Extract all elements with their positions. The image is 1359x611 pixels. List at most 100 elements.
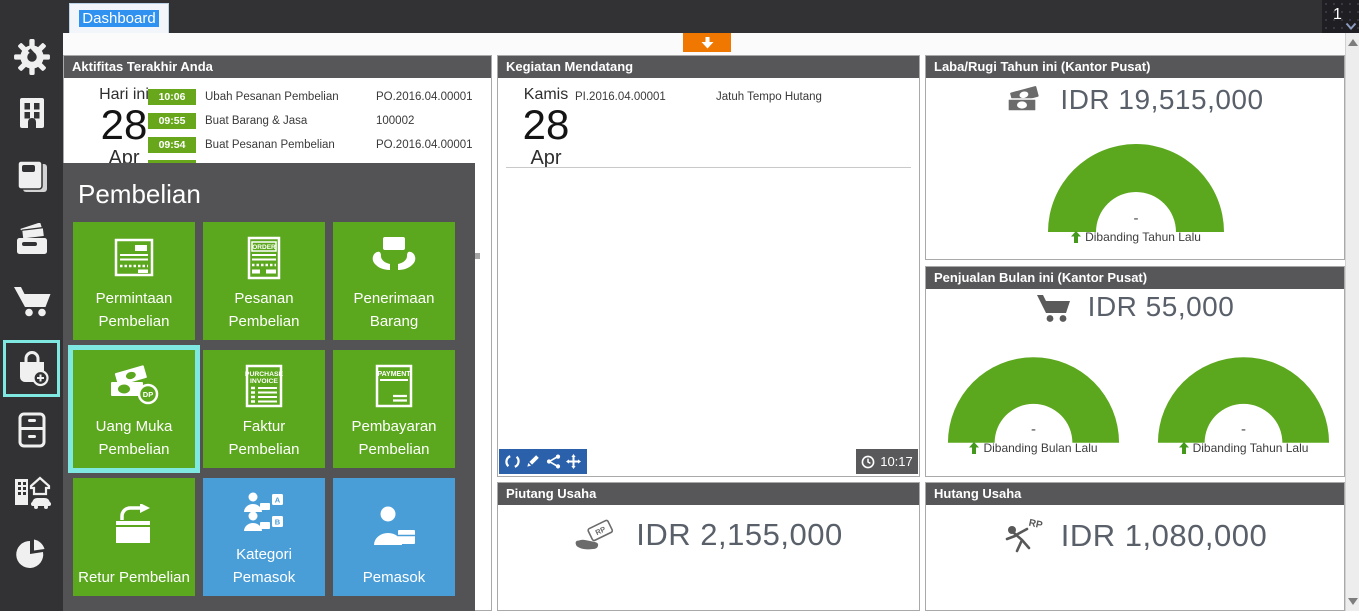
svg-text:PURCHASE: PURCHASE (245, 371, 284, 378)
tile-label: Pesanan Pembelian (228, 289, 300, 330)
tile-supplier-category[interactable]: A B Kategori Pemasok (203, 478, 325, 596)
down-payment-money-icon: DP (73, 350, 195, 415)
receive-goods-icon (333, 222, 455, 287)
tile-label: Faktur Pembelian (228, 417, 300, 458)
tab-dashboard[interactable]: Dashboard (69, 3, 169, 33)
collapse-menu-button[interactable] (683, 33, 731, 52)
app-window: Aktifitas Terakhir Anda Hari ini 28 Apr … (0, 0, 1359, 611)
scroll-up-arrow-icon[interactable] (1348, 39, 1358, 46)
panel-sales-title: Penjualan Bulan ini (Kantor Pusat) (926, 267, 1344, 289)
svg-text:PAYMENT: PAYMENT (377, 371, 411, 378)
panel-receivables: Piutang Usaha RP IDR 2,155,000 (497, 482, 920, 611)
profit-loss-amount: IDR 19,515,000 (1060, 84, 1264, 115)
svg-text:INVOICE: INVOICE (250, 378, 278, 385)
fixed-assets-icon (15, 476, 51, 509)
tile-purchase-down-payment[interactable]: DP Uang Muka Pembelian (73, 350, 195, 468)
tile-purchase-invoice[interactable]: PURCHASE INVOICE Faktur Pembelian (203, 350, 325, 468)
sidebar-item-ledger[interactable] (12, 157, 52, 197)
tile-label: Permintaan Pembelian (95, 289, 173, 330)
person-paying-icon: RP (1005, 518, 1044, 553)
sidebar-item-fixed-assets[interactable] (12, 471, 52, 511)
sales-amount: IDR 55,000 (1087, 291, 1235, 322)
sidebar-item-company[interactable] (12, 93, 52, 133)
svg-text:ORDER: ORDER (252, 244, 276, 251)
top-bar (0, 0, 1359, 33)
receivables-amount: IDR 2,155,000 (636, 517, 843, 552)
tile-purchase-payment[interactable]: PAYMENT Pembayaran Pembelian (333, 350, 455, 468)
panel-payables: Hutang Usaha RP IDR 1,080,000 (925, 482, 1345, 611)
request-document-icon (73, 222, 195, 287)
activity-ref[interactable]: 100002 (376, 115, 414, 127)
activity-ref[interactable]: PO.2016.04.00001 (376, 139, 473, 151)
clock-icon (861, 455, 875, 468)
activity-time-badge: 10:06 (148, 89, 196, 105)
panel-upcoming-events-title: Kegiatan Mendatang (498, 56, 919, 78)
upcoming-ref[interactable]: PI.2016.04.00001 (575, 91, 666, 103)
tile-goods-receipt[interactable]: Penerimaan Barang (333, 222, 455, 340)
scroll-down-arrow-icon[interactable] (1348, 598, 1358, 605)
up-arrow-icon (1071, 231, 1082, 243)
panel-profit-loss-title: Laba/Rugi Tahun ini (Kantor Pusat) (926, 56, 1344, 78)
gear-icon (14, 39, 50, 75)
tile-purchase-order[interactable]: ORDER Pesanan Pembelian (203, 222, 325, 340)
widget-toolbar (499, 449, 587, 474)
share-icon[interactable] (546, 454, 561, 469)
sidebar-item-inventory[interactable] (12, 410, 52, 450)
hand-money-tag-icon: RP (575, 519, 614, 550)
payables-amount: IDR 1,080,000 (1060, 518, 1268, 553)
gauge-label-row: Dibanding Tahun Lalu (1156, 441, 1331, 455)
sidebar-nav (0, 0, 63, 611)
activity-time-badge: 09:54 (148, 137, 196, 153)
gauge-label-row: Dibanding Bulan Lalu (946, 441, 1121, 455)
sidebar-item-settings[interactable] (12, 37, 52, 77)
order-document-icon: ORDER (203, 222, 325, 287)
tile-purchase-request[interactable]: Permintaan Pembelian (73, 222, 195, 340)
tile-label: Pembayaran Pembelian (351, 417, 437, 458)
sidebar-item-cash-bank[interactable] (12, 221, 52, 261)
last-refresh-time-text: 10:17 (880, 454, 913, 469)
panel-sales: Penjualan Bulan ini (Kantor Pusat) IDR 5… (925, 266, 1345, 477)
tile-label: Pemasok (362, 568, 426, 586)
gauge-label: Dibanding Bulan Lalu (983, 441, 1098, 455)
activity-action[interactable]: Ubah Pesanan Pembelian (205, 91, 339, 103)
panel-recent-activity-title: Aktifitas Terakhir Anda (64, 56, 491, 78)
tile-label: Penerimaan Barang (353, 289, 435, 330)
panel-receivables-title: Piutang Usaha (498, 483, 919, 505)
quick-menu-overlay: Pembelian Permintaan Pembelian ORDER Pes… (63, 163, 475, 611)
profit-loss-gauge: - Dibanding Tahun Lalu (1046, 142, 1226, 244)
svg-text:A: A (275, 496, 281, 505)
sales-gauge-year: - Dibanding Tahun Lalu (1156, 355, 1331, 455)
refresh-icon[interactable] (505, 454, 520, 469)
upcoming-date: Kamis 28 Apr (510, 86, 582, 170)
move-icon[interactable] (566, 454, 582, 469)
tile-label: Uang Muka Pembelian (95, 417, 173, 458)
supplier-person-icon (333, 478, 455, 566)
tile-label: Kategori Pemasok (232, 545, 296, 586)
gauge-label: Dibanding Tahun Lalu (1085, 230, 1201, 244)
upcoming-desc[interactable]: Jatuh Tempo Hutang (716, 91, 822, 103)
sidebar-item-reports[interactable] (12, 534, 52, 574)
inventory-cabinet-icon (18, 412, 46, 448)
purchase-return-icon (73, 478, 195, 566)
up-arrow-icon (1178, 442, 1189, 454)
scrollbar-thumb[interactable] (475, 253, 480, 259)
activity-action[interactable]: Buat Barang & Jasa (205, 115, 307, 127)
tile-supplier[interactable]: Pemasok (333, 478, 455, 596)
banknotes-icon (1007, 86, 1040, 112)
page-scrollbar[interactable] (1345, 33, 1359, 611)
gauge-label: Dibanding Tahun Lalu (1192, 441, 1309, 455)
activity-ref[interactable]: PO.2016.04.00001 (376, 91, 473, 103)
activity-time-badge: 09:55 (148, 113, 196, 129)
down-arrow-icon (701, 36, 713, 48)
notification-dropdown[interactable]: 1 (1322, 0, 1359, 33)
notification-count: 1 (1333, 6, 1342, 23)
sidebar-item-sales[interactable] (12, 281, 52, 321)
sidebar-item-purchasing-active[interactable] (3, 340, 60, 397)
edit-pencil-icon[interactable] (525, 454, 540, 469)
divider (506, 167, 911, 168)
tab-dashboard-label: Dashboard (79, 10, 159, 27)
purchase-bag-icon (19, 350, 49, 386)
reports-pie-icon (16, 539, 45, 568)
activity-action[interactable]: Buat Pesanan Pembelian (205, 139, 335, 151)
tile-purchase-return[interactable]: Retur Pembelian (73, 478, 195, 596)
